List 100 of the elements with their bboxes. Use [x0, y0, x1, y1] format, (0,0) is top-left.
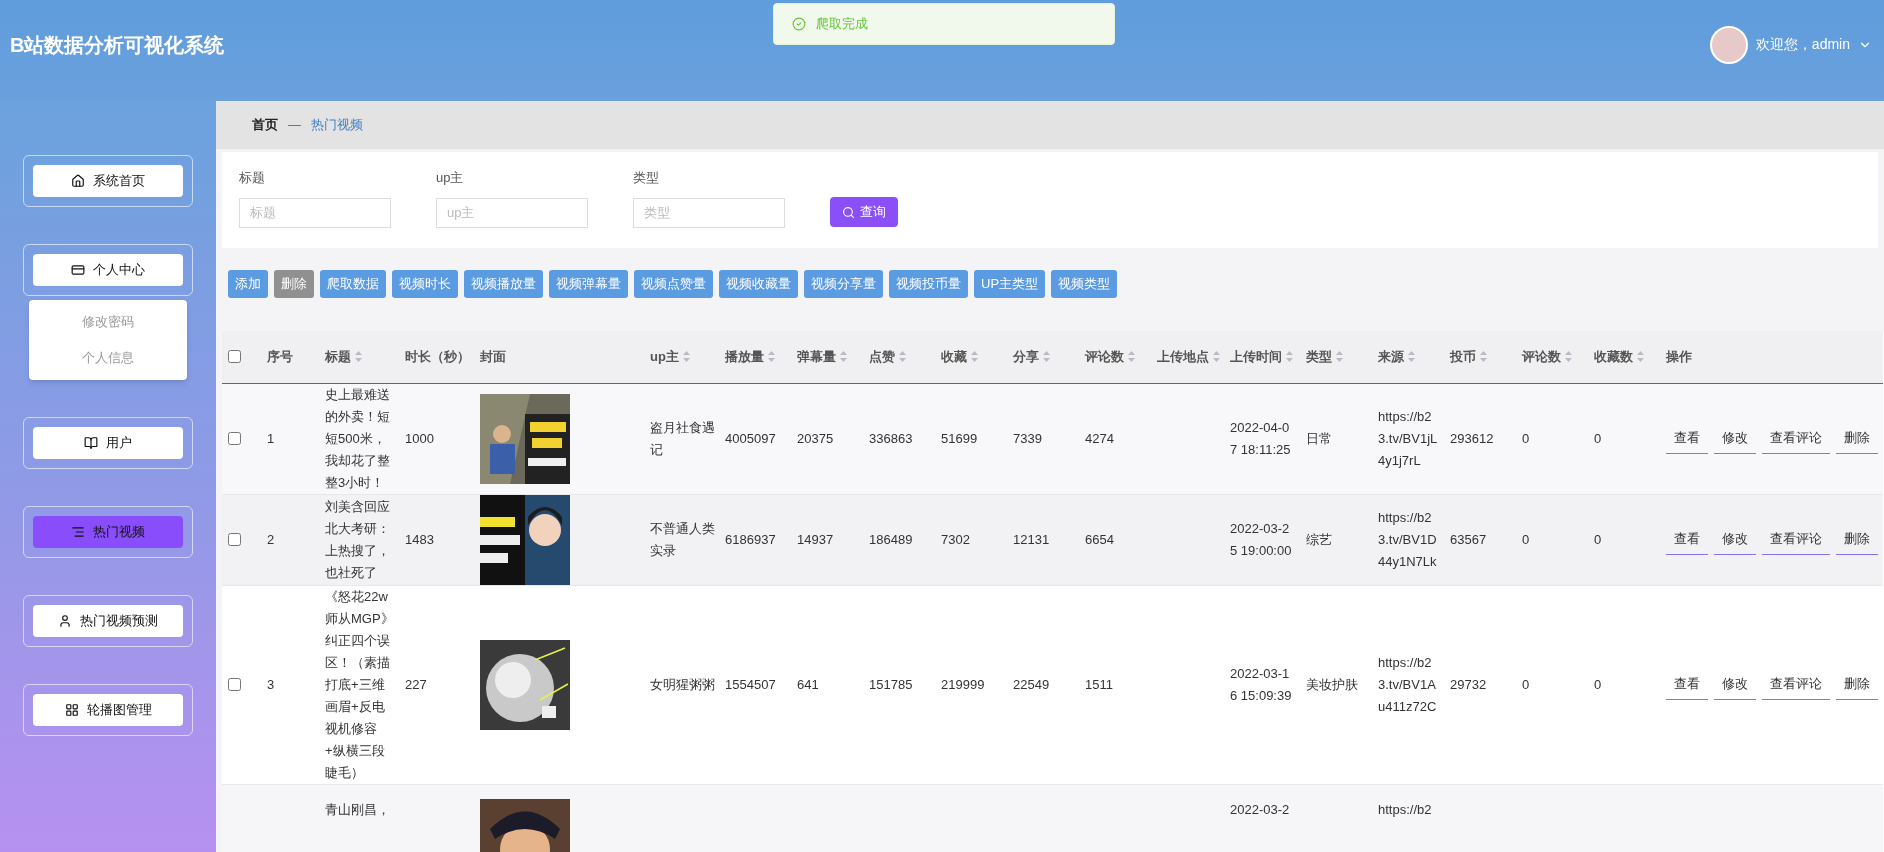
category-cell-text: 美妆护肤 — [1306, 675, 1359, 694]
video-title: 史上最难送的外卖！短短500米，我却花了整整3小时！ — [325, 385, 391, 492]
comment-count: 0 — [1522, 675, 1531, 694]
sidebar-item[interactable]: 个人中心 — [33, 254, 183, 286]
favorite-count: 0 — [1594, 429, 1603, 448]
column-header[interactable]: 操作 — [1666, 347, 1692, 367]
sidebar-item[interactable]: 热门视频预测 — [33, 605, 183, 637]
sort-icon[interactable] — [1336, 351, 1343, 363]
row-checkbox[interactable] — [228, 533, 241, 546]
column-header[interactable]: 标题 — [325, 347, 351, 367]
upload-time: 2022-04-07 18:11:25 — [1230, 418, 1292, 459]
uploader-cell-text: 女明猩粥粥 — [650, 675, 715, 694]
sort-icon[interactable] — [355, 351, 362, 363]
column-header[interactable]: 评论数 — [1085, 347, 1124, 367]
row-number: 3 — [267, 675, 276, 694]
action-button[interactable]: 查看评论 — [1762, 524, 1830, 555]
row-checkbox[interactable] — [228, 678, 241, 691]
action-button[interactable]: 查看 — [1666, 524, 1708, 555]
sort-icon[interactable] — [1043, 351, 1050, 363]
breadcrumb-separator: — — [288, 116, 301, 135]
uploader-cell-text: 盗月社食遇记 — [650, 418, 715, 459]
column-header[interactable]: 评论数 — [1522, 347, 1561, 367]
sort-icon[interactable] — [1637, 351, 1644, 363]
row-checkbox[interactable] — [228, 432, 241, 445]
list-icon — [71, 525, 85, 539]
column-header[interactable]: 弹幕量 — [797, 347, 836, 367]
column-header[interactable]: 来源 — [1378, 347, 1404, 367]
danmaku-cell-text: 20375 — [797, 429, 835, 448]
likes-cell-text: 336863 — [869, 429, 914, 448]
avatar[interactable] — [1709, 25, 1748, 64]
breadcrumb-current[interactable]: 热门视频 — [311, 115, 363, 135]
danmaku-cell-text: 641 — [797, 675, 820, 694]
action-button[interactable]: 修改 — [1714, 524, 1756, 555]
column-header[interactable]: 投币 — [1450, 347, 1476, 367]
search-button[interactable]: 查询 — [830, 197, 898, 227]
sidebar-item[interactable]: 轮播图管理 — [33, 694, 183, 726]
action-button[interactable]: 修改 — [1714, 669, 1756, 700]
sort-icon[interactable] — [971, 351, 978, 363]
action-button[interactable]: 删除 — [1836, 423, 1878, 454]
filter-label: 标题 — [239, 169, 266, 187]
duration-cell-text: 227 — [405, 675, 428, 694]
action-button[interactable]: 查看评论 — [1762, 423, 1830, 454]
filter-field[interactable]: 标题 — [239, 197, 391, 228]
shares-cell-text: 22549 — [1013, 675, 1051, 694]
column-header[interactable]: 序号 — [267, 347, 293, 367]
column-header[interactable]: 点赞 — [869, 347, 895, 367]
sort-icon[interactable] — [1213, 351, 1220, 363]
action-button[interactable]: 修改 — [1714, 423, 1756, 454]
uploader-cell-text: 不普通人类实录 — [650, 519, 715, 560]
column-header[interactable]: 封面 — [480, 347, 506, 367]
sidebar-item[interactable]: 热门视频 — [33, 516, 183, 548]
filter-label: up主 — [436, 169, 465, 187]
action-button[interactable]: 查看评论 — [1762, 669, 1830, 700]
column-header[interactable]: 上传时间 — [1230, 347, 1282, 367]
likes-cell-text: 186489 — [869, 530, 914, 549]
column-header[interactable]: 分享 — [1013, 347, 1039, 367]
action-button[interactable]: 删除 — [1836, 669, 1878, 700]
sort-icon[interactable] — [682, 351, 690, 363]
column-header[interactable]: 时长（秒） — [405, 347, 470, 367]
user-icon — [58, 614, 72, 628]
comment-count: 0 — [1522, 530, 1531, 549]
comment-count: 0 — [1522, 429, 1531, 448]
grid-icon — [64, 703, 79, 717]
row-number: 1 — [267, 429, 276, 448]
sort-icon[interactable] — [1480, 351, 1487, 363]
column-header[interactable]: 收藏 — [941, 347, 967, 367]
row-number: 2 — [267, 530, 276, 549]
comments-cell-text: 4274 — [1085, 429, 1115, 448]
select-all-checkbox[interactable] — [228, 350, 241, 364]
action-button[interactable]: 查看 — [1666, 669, 1708, 700]
sort-icon[interactable] — [840, 351, 847, 363]
app-title: B站数据分析可视化系统 — [10, 32, 225, 58]
column-header[interactable]: 收藏数 — [1594, 347, 1633, 367]
sort-icon[interactable] — [768, 351, 775, 363]
sort-icon[interactable] — [1408, 351, 1415, 363]
column-header[interactable]: up主 — [650, 347, 679, 367]
danmaku-cell-text: 14937 — [797, 530, 835, 549]
sort-icon[interactable] — [899, 351, 906, 363]
sort-icon[interactable] — [1565, 351, 1572, 363]
favorite-count: 0 — [1594, 675, 1603, 694]
action-button[interactable]: 删除 — [1836, 524, 1878, 555]
coins-cell-text: 63567 — [1450, 530, 1488, 549]
column-header[interactable]: 播放量 — [725, 347, 764, 367]
breadcrumb-link[interactable]: 首页 — [252, 115, 278, 135]
sort-icon[interactable] — [1286, 351, 1293, 363]
home-icon — [71, 174, 85, 188]
likes-cell-text: 151785 — [869, 675, 914, 694]
column-header[interactable]: 类型 — [1306, 347, 1332, 367]
action-button[interactable]: 查看 — [1666, 423, 1708, 454]
filter-field[interactable]: 类型 — [633, 197, 785, 228]
plays-cell-text: 4005097 — [725, 429, 777, 448]
column-header[interactable]: 上传地点 — [1157, 347, 1209, 367]
sidebar-item[interactable]: 用户 — [33, 427, 183, 459]
sidebar-item[interactable]: 系统首页 — [33, 165, 183, 197]
sort-icon[interactable] — [1128, 351, 1135, 363]
favorites-cell-text: 51699 — [941, 429, 979, 448]
video-title: 青山刚昌， — [325, 800, 391, 819]
duration-cell-text: 1483 — [405, 530, 435, 549]
filter-field[interactable]: up主 — [436, 197, 588, 228]
plays-cell-text: 6186937 — [725, 530, 777, 549]
